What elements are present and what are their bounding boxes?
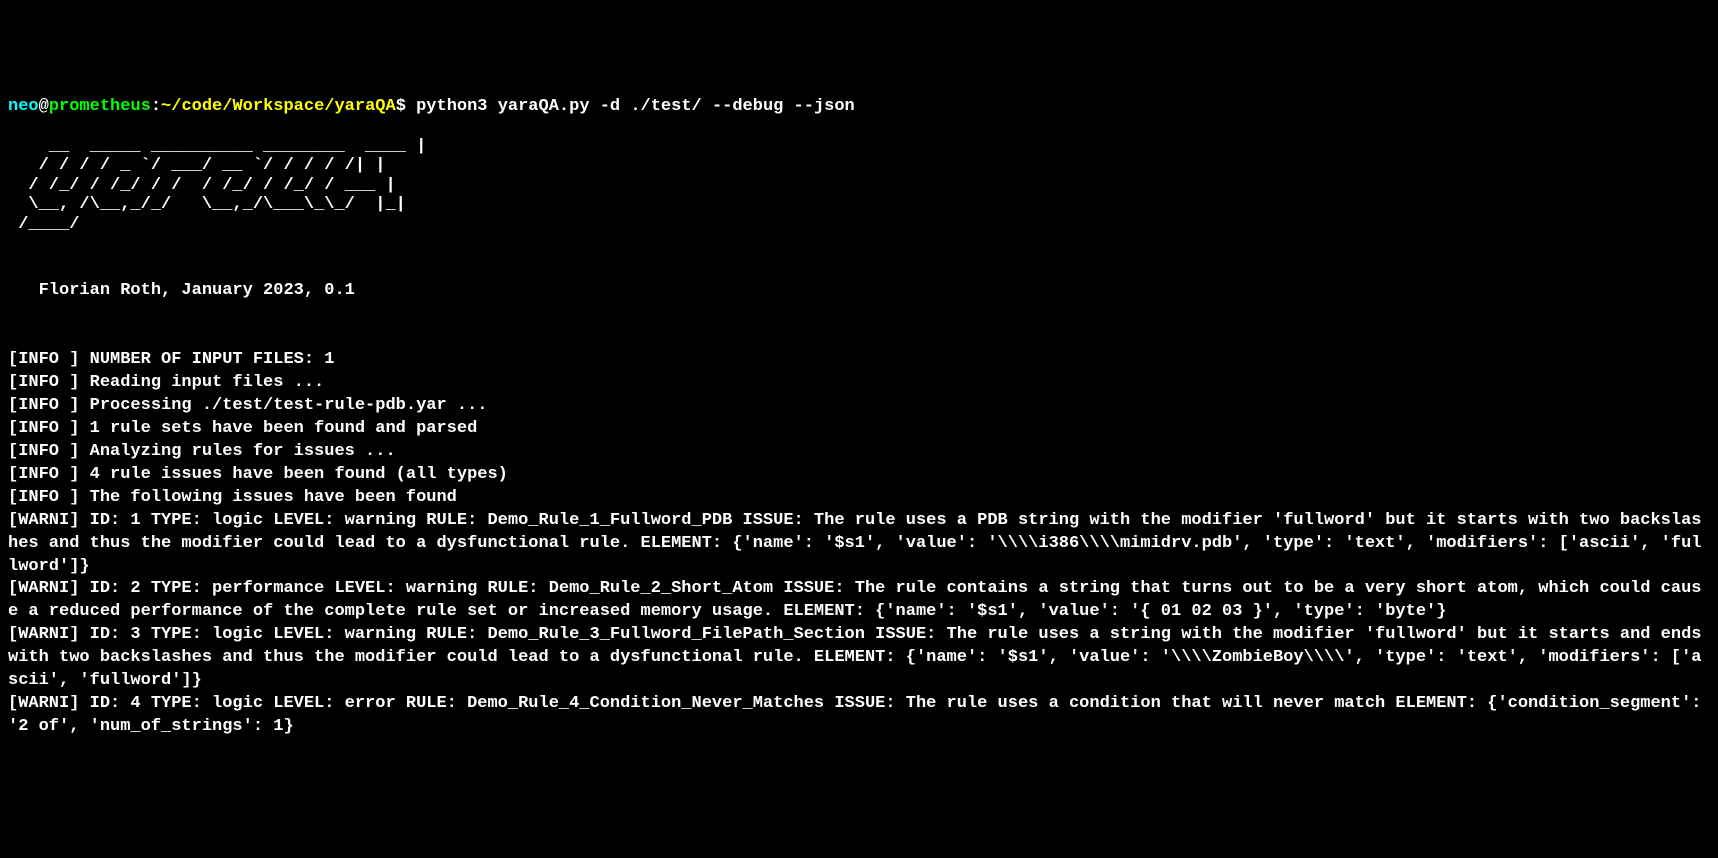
log-line: [INFO ] 4 rule issues have been found (a… — [8, 464, 1710, 487]
ascii-banner: __ _____ __________ ________ ____ | / / … — [8, 137, 1710, 235]
prompt-colon: : — [151, 97, 161, 116]
shell-prompt: neo@prometheus:~/code/Workspace/yaraQA$ … — [8, 97, 855, 116]
terminal-output[interactable]: neo@prometheus:~/code/Workspace/yaraQA$ … — [8, 96, 1710, 739]
log-line: [INFO ] Processing ./test/test-rule-pdb.… — [8, 395, 1710, 418]
prompt-dollar: $ — [396, 97, 406, 116]
log-line: [INFO ] 1 rule sets have been found and … — [8, 418, 1710, 441]
prompt-path: ~/code/Workspace/yaraQA — [161, 97, 396, 116]
prompt-host: prometheus — [49, 97, 151, 116]
log-line: [INFO ] The following issues have been f… — [8, 487, 1710, 510]
log-line: [WARNI] ID: 1 TYPE: logic LEVEL: warning… — [8, 510, 1710, 579]
byline: Florian Roth, January 2023, 0.1 — [8, 280, 1710, 303]
log-line: [INFO ] NUMBER OF INPUT FILES: 1 — [8, 349, 1710, 372]
prompt-at: @ — [39, 97, 49, 116]
log-line: [WARNI] ID: 3 TYPE: logic LEVEL: warning… — [8, 624, 1710, 693]
log-line: [WARNI] ID: 2 TYPE: performance LEVEL: w… — [8, 578, 1710, 624]
entered-command: python3 yaraQA.py -d ./test/ --debug --j… — [406, 97, 855, 116]
prompt-user: neo — [8, 97, 39, 116]
log-line: [INFO ] Analyzing rules for issues ... — [8, 441, 1710, 464]
log-line: [WARNI] ID: 4 TYPE: logic LEVEL: error R… — [8, 693, 1710, 739]
log-output: [INFO ] NUMBER OF INPUT FILES: 1[INFO ] … — [8, 349, 1710, 739]
log-line: [INFO ] Reading input files ... — [8, 372, 1710, 395]
